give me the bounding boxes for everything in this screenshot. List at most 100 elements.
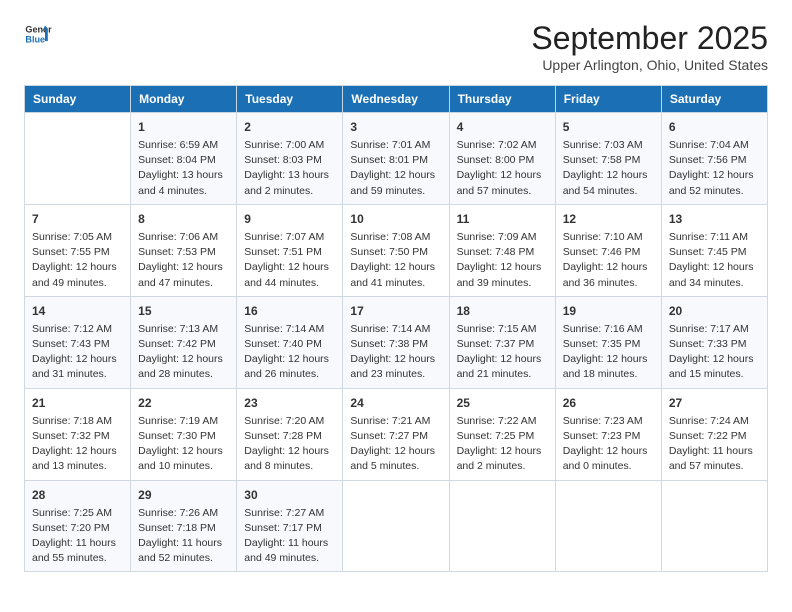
day-info: Sunrise: 7:26 AM Sunset: 7:18 PM Dayligh… — [138, 506, 229, 567]
day-info: Sunrise: 7:10 AM Sunset: 7:46 PM Dayligh… — [563, 230, 654, 291]
day-info: Sunrise: 7:09 AM Sunset: 7:48 PM Dayligh… — [457, 230, 548, 291]
day-number: 5 — [563, 118, 654, 136]
day-number: 23 — [244, 394, 335, 412]
day-number: 10 — [350, 210, 441, 228]
day-info: Sunrise: 7:22 AM Sunset: 7:25 PM Dayligh… — [457, 414, 548, 475]
day-number: 7 — [32, 210, 123, 228]
calendar-cell: 27 Sunrise: 7:24 AM Sunset: 7:22 PM Dayli… — [661, 388, 767, 480]
day-info: Sunrise: 7:08 AM Sunset: 7:50 PM Dayligh… — [350, 230, 441, 291]
calendar-cell: 22 Sunrise: 7:19 AM Sunset: 7:30 PM Dayli… — [131, 388, 237, 480]
day-info: Sunrise: 7:05 AM Sunset: 7:55 PM Dayligh… — [32, 230, 123, 291]
day-info: Sunrise: 7:03 AM Sunset: 7:58 PM Dayligh… — [563, 138, 654, 199]
calendar-cell: 21 Sunrise: 7:18 AM Sunset: 7:32 PM Dayli… — [25, 388, 131, 480]
logo-icon: General Blue — [24, 20, 52, 48]
column-header-wednesday: Wednesday — [343, 86, 449, 113]
calendar-cell — [661, 480, 767, 572]
day-info: Sunrise: 7:06 AM Sunset: 7:53 PM Dayligh… — [138, 230, 229, 291]
day-number: 19 — [563, 302, 654, 320]
calendar-cell: 7 Sunrise: 7:05 AM Sunset: 7:55 PM Daylig… — [25, 204, 131, 296]
week-row-1: 1Sunrise: 6:59 AM Sunset: 8:04 PM Daylig… — [25, 113, 768, 205]
day-number: 3 — [350, 118, 441, 136]
day-number: 22 — [138, 394, 229, 412]
day-info: Sunrise: 7:07 AM Sunset: 7:51 PM Dayligh… — [244, 230, 335, 291]
day-number: 1 — [138, 118, 229, 136]
calendar-cell: 10 Sunrise: 7:08 AM Sunset: 7:50 PM Dayli… — [343, 204, 449, 296]
calendar-cell: 28Sunrise: 7:25 AM Sunset: 7:20 PM Dayli… — [25, 480, 131, 572]
day-info: Sunrise: 7:21 AM Sunset: 7:27 PM Dayligh… — [350, 414, 441, 475]
column-header-thursday: Thursday — [449, 86, 555, 113]
day-number: 16 — [244, 302, 335, 320]
calendar-cell: 1Sunrise: 6:59 AM Sunset: 8:04 PM Daylig… — [131, 113, 237, 205]
day-number: 6 — [669, 118, 760, 136]
calendar-cell — [555, 480, 661, 572]
column-header-monday: Monday — [131, 86, 237, 113]
day-info: Sunrise: 7:01 AM Sunset: 8:01 PM Dayligh… — [350, 138, 441, 199]
day-number: 17 — [350, 302, 441, 320]
calendar-cell: 16 Sunrise: 7:14 AM Sunset: 7:40 PM Dayli… — [237, 296, 343, 388]
day-info: Sunrise: 7:19 AM Sunset: 7:30 PM Dayligh… — [138, 414, 229, 475]
header-row: SundayMondayTuesdayWednesdayThursdayFrid… — [25, 86, 768, 113]
svg-text:Blue: Blue — [25, 34, 45, 44]
calendar-cell: 19 Sunrise: 7:16 AM Sunset: 7:35 PM Dayli… — [555, 296, 661, 388]
week-row-5: 28Sunrise: 7:25 AM Sunset: 7:20 PM Dayli… — [25, 480, 768, 572]
day-info: Sunrise: 7:14 AM Sunset: 7:40 PM Dayligh… — [244, 322, 335, 383]
day-info: Sunrise: 7:15 AM Sunset: 7:37 PM Dayligh… — [457, 322, 548, 383]
day-number: 25 — [457, 394, 548, 412]
calendar-cell: 4Sunrise: 7:02 AM Sunset: 8:00 PM Daylig… — [449, 113, 555, 205]
calendar-cell: 13 Sunrise: 7:11 AM Sunset: 7:45 PM Dayli… — [661, 204, 767, 296]
calendar-cell: 3 Sunrise: 7:01 AM Sunset: 8:01 PM Daylig… — [343, 113, 449, 205]
week-row-2: 7 Sunrise: 7:05 AM Sunset: 7:55 PM Daylig… — [25, 204, 768, 296]
day-number: 15 — [138, 302, 229, 320]
day-info: Sunrise: 7:23 AM Sunset: 7:23 PM Dayligh… — [563, 414, 654, 475]
day-number: 9 — [244, 210, 335, 228]
day-number: 14 — [32, 302, 123, 320]
day-number: 18 — [457, 302, 548, 320]
day-number: 21 — [32, 394, 123, 412]
day-number: 13 — [669, 210, 760, 228]
day-number: 4 — [457, 118, 548, 136]
month-title: September 2025 — [531, 20, 768, 57]
week-row-4: 21 Sunrise: 7:18 AM Sunset: 7:32 PM Dayli… — [25, 388, 768, 480]
calendar-cell: 15 Sunrise: 7:13 AM Sunset: 7:42 PM Dayli… — [131, 296, 237, 388]
calendar-cell: 24 Sunrise: 7:21 AM Sunset: 7:27 PM Dayli… — [343, 388, 449, 480]
day-info: Sunrise: 7:00 AM Sunset: 8:03 PM Dayligh… — [244, 138, 335, 199]
day-info: Sunrise: 7:11 AM Sunset: 7:45 PM Dayligh… — [669, 230, 760, 291]
title-section: September 2025 Upper Arlington, Ohio, Un… — [531, 20, 768, 73]
calendar-cell: 14Sunrise: 7:12 AM Sunset: 7:43 PM Dayli… — [25, 296, 131, 388]
day-number: 8 — [138, 210, 229, 228]
calendar-cell: 18 Sunrise: 7:15 AM Sunset: 7:37 PM Dayli… — [449, 296, 555, 388]
calendar-cell: 30 Sunrise: 7:27 AM Sunset: 7:17 PM Dayli… — [237, 480, 343, 572]
column-header-saturday: Saturday — [661, 86, 767, 113]
day-number: 30 — [244, 486, 335, 504]
calendar-cell: 23 Sunrise: 7:20 AM Sunset: 7:28 PM Dayli… — [237, 388, 343, 480]
calendar-cell: 17 Sunrise: 7:14 AM Sunset: 7:38 PM Dayli… — [343, 296, 449, 388]
calendar-cell: 6 Sunrise: 7:04 AM Sunset: 7:56 PM Daylig… — [661, 113, 767, 205]
day-info: Sunrise: 7:14 AM Sunset: 7:38 PM Dayligh… — [350, 322, 441, 383]
column-header-friday: Friday — [555, 86, 661, 113]
calendar-cell: 9 Sunrise: 7:07 AM Sunset: 7:51 PM Daylig… — [237, 204, 343, 296]
column-header-sunday: Sunday — [25, 86, 131, 113]
day-number: 2 — [244, 118, 335, 136]
calendar-cell: 29Sunrise: 7:26 AM Sunset: 7:18 PM Dayli… — [131, 480, 237, 572]
day-info: Sunrise: 7:18 AM Sunset: 7:32 PM Dayligh… — [32, 414, 123, 475]
day-info: Sunrise: 7:16 AM Sunset: 7:35 PM Dayligh… — [563, 322, 654, 383]
calendar-cell — [343, 480, 449, 572]
day-info: Sunrise: 7:20 AM Sunset: 7:28 PM Dayligh… — [244, 414, 335, 475]
calendar-cell: 12 Sunrise: 7:10 AM Sunset: 7:46 PM Dayli… — [555, 204, 661, 296]
day-info: Sunrise: 7:24 AM Sunset: 7:22 PM Dayligh… — [669, 414, 760, 475]
day-info: Sunrise: 7:27 AM Sunset: 7:17 PM Dayligh… — [244, 506, 335, 567]
calendar-table: SundayMondayTuesdayWednesdayThursdayFrid… — [24, 85, 768, 572]
day-info: Sunrise: 7:13 AM Sunset: 7:42 PM Dayligh… — [138, 322, 229, 383]
day-number: 24 — [350, 394, 441, 412]
day-info: Sunrise: 7:04 AM Sunset: 7:56 PM Dayligh… — [669, 138, 760, 199]
day-number: 20 — [669, 302, 760, 320]
logo: General Blue — [24, 20, 52, 48]
calendar-cell: 20Sunrise: 7:17 AM Sunset: 7:33 PM Dayli… — [661, 296, 767, 388]
calendar-cell: 2 Sunrise: 7:00 AM Sunset: 8:03 PM Daylig… — [237, 113, 343, 205]
header: General Blue September 2025 Upper Arling… — [24, 20, 768, 73]
calendar-cell: 8 Sunrise: 7:06 AM Sunset: 7:53 PM Daylig… — [131, 204, 237, 296]
day-number: 27 — [669, 394, 760, 412]
day-number: 26 — [563, 394, 654, 412]
day-number: 12 — [563, 210, 654, 228]
calendar-cell: 25 Sunrise: 7:22 AM Sunset: 7:25 PM Dayli… — [449, 388, 555, 480]
